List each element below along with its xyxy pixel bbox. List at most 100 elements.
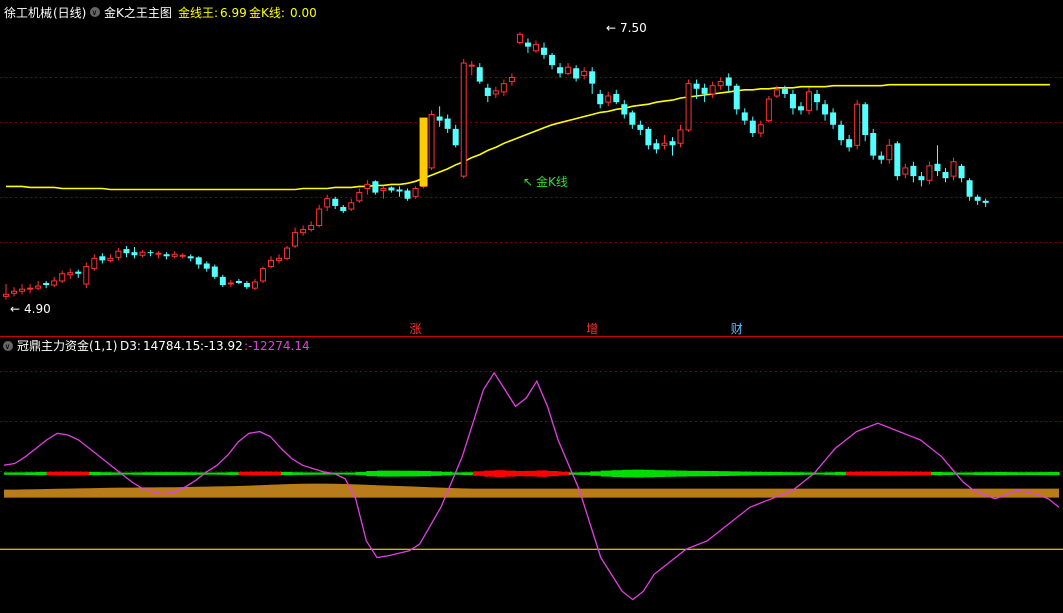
flow-band-segment [717,471,730,476]
candle-body-down [573,68,580,79]
flow-band-segment [1037,472,1049,476]
flow-band-segment [419,470,431,477]
candle-body-up [19,288,26,292]
flow-band-segment [931,472,943,476]
flow-band-segment [781,472,794,476]
candle-body-down [589,71,596,84]
candle-body-up [902,167,909,175]
candle-body-down [388,187,395,191]
flow-band-segment [845,471,858,476]
flow-band-segment [920,471,932,476]
flow-band-segment [153,472,165,476]
candle-body-down [814,93,821,103]
flow-band-segment [78,471,90,476]
candle-body-down [541,47,548,55]
flow-band-segment [472,471,485,476]
low-arrow: ← [10,302,20,316]
gold-k-label: 金K线: [249,5,285,20]
high-arrow: ← [606,21,616,35]
candle-body-down [235,280,242,284]
candle-body-down [797,106,804,111]
flow-band-segment [25,472,37,475]
candle-body-down [725,77,732,86]
candle-body-down [749,120,756,133]
candle-body-down [878,155,885,160]
flow-band-segment [643,469,655,478]
flow-band-segment [888,471,900,476]
candle-body-down [404,190,411,199]
candle-body-up [380,187,387,192]
gold-king-label: 金线王: [178,5,218,20]
flow-band-segment [515,471,527,477]
candle-body-down [549,54,556,66]
candle-body-down [99,256,106,261]
stock-name: 徐工机械 [4,5,52,20]
flow-band-segment [611,470,623,477]
candle-body-up [259,268,266,282]
candle-body-down [894,143,901,177]
candle-body-up [155,252,162,255]
candle-body-down [340,206,347,212]
flow-band-segment [345,472,357,475]
candle-body-up [364,183,371,189]
flow-band-segment [270,471,282,476]
candle-body-down [862,104,869,136]
flow-band-segment [483,470,495,477]
candle-body-down [131,252,138,256]
flow-band-segment [227,472,240,476]
candle-body-up [67,272,74,276]
event-marker: 涨 [410,321,422,336]
candle-body-up [886,144,893,161]
candle-body-up [284,247,291,259]
candle-body-down [958,165,965,179]
chart-canvas: 涨 增 财 徐工机械 (日线) ∨ 金K之王主图 金线王: 6.99 金K线: 0.… [0,0,1063,613]
candle-body-up [605,95,612,103]
flow-band-segment [792,472,804,475]
candle-body-down [629,112,636,125]
candle-body-down [195,257,202,265]
candle-body-down [613,93,620,103]
candle-body-down [838,124,845,141]
candle-body-up [508,76,515,83]
flow-band-segment [877,471,890,476]
flow-band-segment [142,472,154,475]
candle-body-up [854,103,861,146]
candle-body-up [316,208,323,226]
candle-body-up [709,85,716,95]
d3-label: D3: [120,339,141,353]
candle-body-up [59,273,66,282]
main-indicator-name: 金K之王主图 [104,5,172,20]
flow-band-segment [973,472,986,475]
candle-body-down [789,93,796,109]
flow-band-segment [963,472,975,475]
candle-body-down [701,87,708,94]
candle-body-down [669,141,676,146]
candle-body-up [412,187,419,198]
flow-band-segment [632,469,644,478]
flow-band-segment [899,471,911,476]
d3-value: 14784.15 [143,339,200,353]
candle-body-up [492,90,499,95]
event-marker: 财 [731,322,743,336]
flow-band-segment [984,472,996,476]
flow-band-segment [46,471,58,476]
candle-body-up [276,257,283,261]
flow-band-segment [174,472,186,476]
candle-body-down [645,128,652,146]
candle-body-down [219,276,226,286]
indicator-settings-icon[interactable]: ∨ [90,7,100,17]
flow-band-segment [813,472,826,475]
sub-settings-icon[interactable]: ∨ [3,341,13,351]
candle-body-up [565,66,572,74]
flow-band-segment [536,470,549,477]
candle-body-up [292,232,299,247]
candle-body-down [123,249,130,254]
high-price-label: 7.50 [620,21,647,35]
svg-text:∨: ∨ [92,8,98,17]
candle-body-down [43,283,50,286]
main-header: 徐工机械 (日线) ∨ 金K之王主图 金线王: 6.99 金K线: 0.00 [4,5,317,20]
candle-body-down [476,67,483,82]
candle-body-down [187,256,194,259]
candle-body-up [685,83,692,131]
flow-band-segment [57,471,69,476]
